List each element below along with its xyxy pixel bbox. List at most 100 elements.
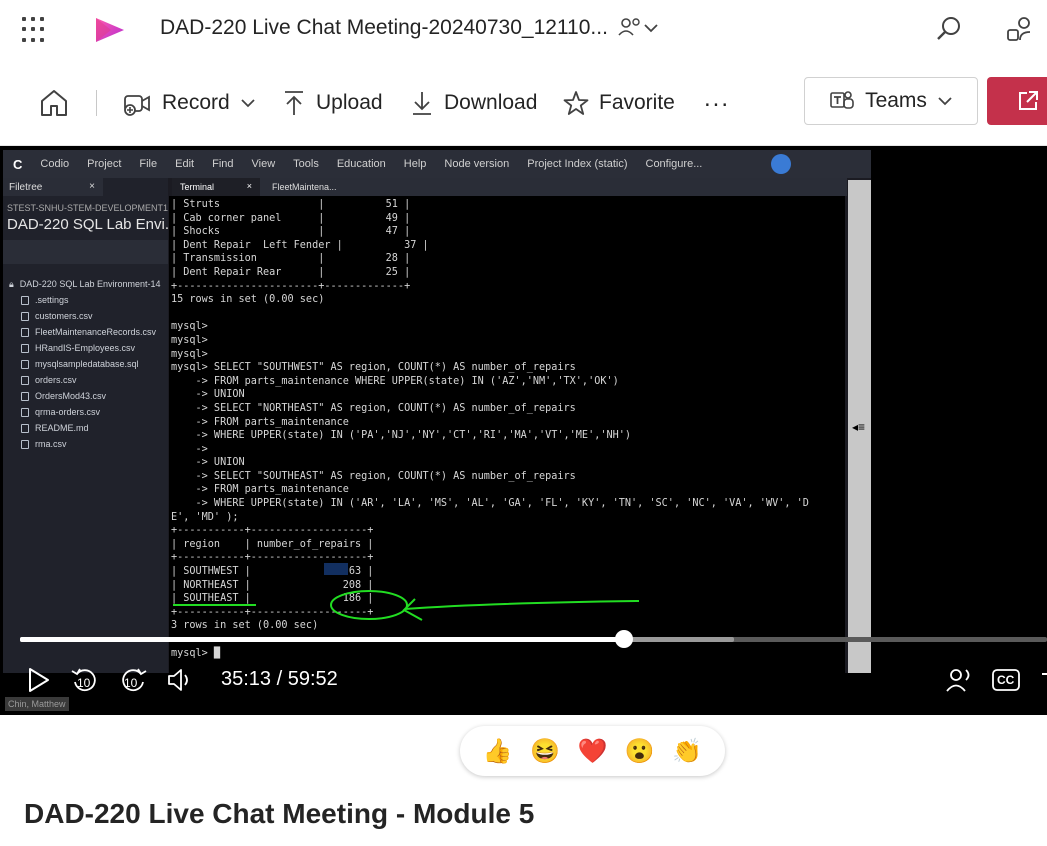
play-icon[interactable] [24, 666, 52, 694]
file-label: .settings [35, 295, 69, 305]
upload-button[interactable]: Upload [282, 84, 383, 122]
list-item: qrma-orders.csv [9, 404, 161, 420]
record-button[interactable]: Record [122, 84, 256, 122]
speaker-view-icon[interactable] [944, 666, 974, 694]
settings-icon[interactable] [1040, 666, 1047, 694]
ide-menu-bar: C Codio Project File Edit Find View Tool… [3, 150, 871, 178]
file-icon [21, 327, 29, 337]
record-icon [124, 95, 150, 116]
clap-reaction[interactable]: 👏 [672, 737, 702, 766]
folder-label: DAD-220 SQL Lab Environment-14 [19, 279, 161, 289]
stream-logo-icon [96, 18, 124, 42]
ide-menu-item: Education [336, 158, 386, 170]
filetree-toolbar [3, 240, 168, 264]
file-label: rma.csv [35, 439, 67, 449]
ide-menu-item: View [251, 158, 276, 170]
skip-forward-button[interactable]: 10 [118, 666, 148, 694]
thumbs-up-reaction[interactable]: 👍 [483, 737, 513, 766]
file-icon [21, 407, 29, 417]
ide-menu-item: File [139, 158, 158, 170]
people-settings-icon[interactable] [1005, 14, 1035, 44]
file-icon [21, 423, 29, 433]
command-bar: Record Upload Download Favorite ... Team… [0, 62, 1047, 146]
list-item: 🔒︎ DAD-220 SQL Lab Environment-14 [9, 276, 161, 292]
teams-icon [830, 91, 854, 109]
file-label: mysqlsampledatabase.sql [35, 359, 139, 369]
terminal-output: | Struts | 51 | | Cab corner panel | 49 … [169, 196, 845, 673]
share-button[interactable] [987, 77, 1047, 125]
ide-menu-item: Find [212, 158, 234, 170]
ide-menu-item: Tools [293, 158, 319, 170]
file-icon [21, 391, 29, 401]
laugh-reaction[interactable]: 😆 [530, 737, 560, 766]
share-icon [1019, 91, 1038, 110]
surprised-reaction[interactable]: 😮 [625, 737, 655, 766]
favorite-button[interactable]: Favorite [563, 84, 675, 122]
filetree-tab-label: Filetree [9, 182, 43, 193]
list-item: .settings [9, 292, 161, 308]
list-item: rma.csv [9, 436, 161, 452]
home-icon [41, 90, 67, 116]
list-item: FleetMaintenanceRecords.csv [9, 324, 161, 340]
file-icon [21, 295, 29, 305]
download-button[interactable]: Download [410, 84, 537, 122]
filetree-org: STEST-SNHU-STEM-DEVELOPMENT1 [7, 203, 169, 213]
ide-filetree: Filetree × STEST-SNHU-STEM-DEVELOPMENT1 … [3, 178, 177, 673]
ide-menu-item: Project Index (static) [527, 158, 628, 170]
file-label: customers.csv [35, 311, 93, 321]
record-label: Record [162, 91, 230, 114]
file-label: README.md [35, 423, 89, 433]
download-icon [413, 92, 431, 115]
close-icon: × [246, 181, 252, 191]
share-people-icon[interactable] [615, 13, 663, 45]
tab-label: Terminal [180, 182, 215, 192]
star-icon [563, 91, 589, 115]
ide-menu-item: Edit [175, 158, 195, 170]
file-icon [21, 311, 29, 321]
filetree-tab: Filetree × [3, 178, 103, 196]
file-label: orders.csv [35, 375, 77, 385]
ide-menu-item: Codio [40, 158, 70, 170]
progress-thumb[interactable] [615, 630, 633, 648]
top-bar: DAD-220 Live Chat Meeting-20240730_12110… [0, 0, 1047, 62]
ide-menu-item: Help [403, 158, 427, 170]
captions-button[interactable]: CC [991, 666, 1021, 694]
tab-fleet: FleetMaintena... [272, 182, 337, 192]
ide-menu-item: Project [87, 158, 122, 170]
tab-terminal: Terminal × [172, 178, 260, 196]
presenter-label: Chin, Matthew [5, 697, 69, 711]
list-item: HRandIS-Employees.csv [9, 340, 161, 356]
file-icon [21, 439, 29, 449]
lock-icon: 🔒︎ [9, 279, 14, 289]
download-label: Download [444, 91, 538, 114]
file-icon [21, 375, 29, 385]
teams-button[interactable]: Teams [804, 77, 978, 125]
heart-reaction[interactable]: ❤️ [577, 737, 608, 766]
video-player[interactable]: C Codio Project File Edit Find View Tool… [0, 146, 1047, 715]
upload-icon [285, 91, 303, 115]
ide-menu-item: Configure... [645, 158, 703, 170]
list-item: README.md [9, 420, 161, 436]
skip-back-label: 10 [77, 676, 91, 690]
favorite-label: Favorite [599, 91, 675, 114]
home-button[interactable] [38, 84, 70, 122]
volume-icon[interactable] [166, 666, 194, 694]
app-launcher-icon[interactable] [22, 17, 48, 43]
search-icon[interactable] [934, 14, 964, 44]
more-options-button[interactable]: ... [704, 80, 730, 118]
list-item: customers.csv [9, 308, 161, 324]
file-label: qrma-orders.csv [35, 407, 101, 417]
video-title: DAD-220 Live Chat Meeting - Module 5 [24, 798, 535, 829]
shared-screen: C Codio Project File Edit Find View Tool… [3, 150, 871, 673]
list-item: orders.csv [9, 372, 161, 388]
progress-fill [20, 637, 624, 642]
file-label: FleetMaintenanceRecords.csv [35, 327, 157, 337]
list-item: mysqlsampledatabase.sql [9, 356, 161, 372]
skip-back-button[interactable]: 10 [70, 666, 100, 694]
file-icon [21, 343, 29, 353]
reactions-bar: 👍 😆 ❤️ 😮 👏 [460, 726, 725, 776]
toolbar-divider [96, 90, 97, 116]
list-item: OrdersMod43.csv [9, 388, 161, 404]
file-icon [21, 359, 29, 369]
filetree-list: 🔒︎ DAD-220 SQL Lab Environment-14 .settin… [9, 276, 161, 452]
